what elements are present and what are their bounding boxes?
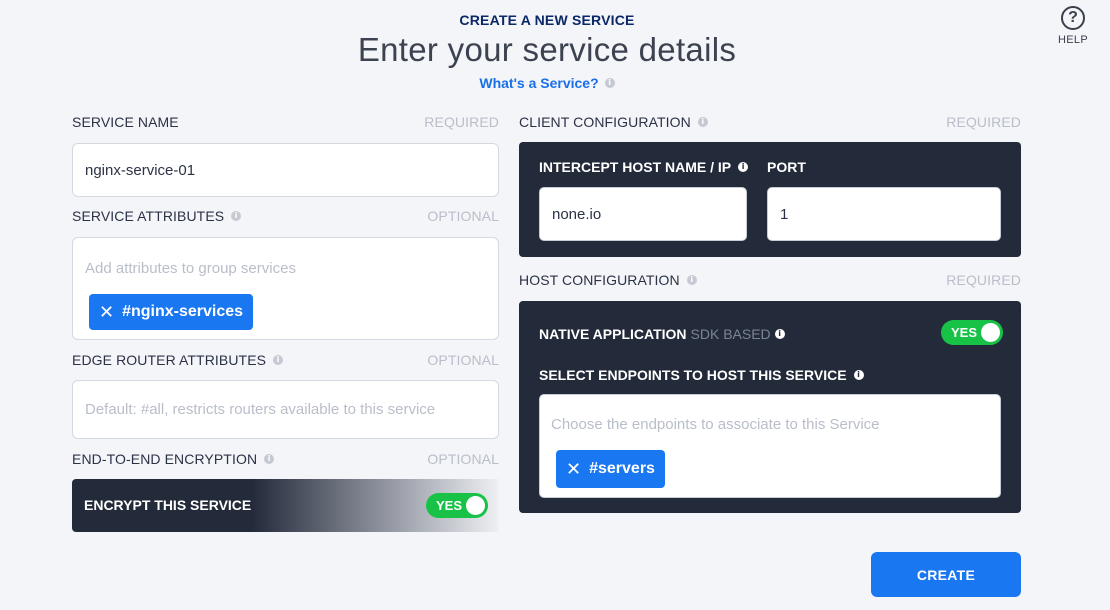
help-label[interactable]: HELP xyxy=(1056,34,1090,46)
service-attributes-placeholder: Add attributes to group services xyxy=(85,260,296,277)
info-icon[interactable]: i xyxy=(697,117,708,127)
endpoints-label: SELECT ENDPOINTS TO HOST THIS SERVICE i xyxy=(539,367,864,383)
create-button-label[interactable]: CREATE xyxy=(917,567,975,583)
host-config-label: HOST CONFIGURATION i xyxy=(519,272,697,288)
close-icon[interactable]: ✕ xyxy=(566,459,581,480)
service-name-label-text: SERVICE NAME xyxy=(72,114,179,130)
port-input[interactable]: 1 xyxy=(767,187,1001,241)
page-eyebrow: CREATE A NEW SERVICE xyxy=(459,12,635,28)
client-config-label: CLIENT CONFIGURATION i xyxy=(519,114,708,130)
whats-a-service-link[interactable]: What's a Service? i xyxy=(479,75,615,91)
attribute-chip-label: #nginx-services xyxy=(122,303,244,320)
port-value[interactable]: 1 xyxy=(780,206,788,223)
toggle-knob xyxy=(981,323,1000,342)
endpoints-label-text: SELECT ENDPOINTS TO HOST THIS SERVICE xyxy=(539,367,847,383)
toggle-knob xyxy=(466,496,485,515)
client-config-required: REQUIRED xyxy=(946,114,1021,130)
info-icon[interactable]: i xyxy=(273,355,284,365)
native-app-label: NATIVE APPLICATION SDK BASED i xyxy=(539,326,785,342)
info-icon[interactable]: i xyxy=(604,78,615,88)
endpoints-input[interactable]: Choose the endpoints to associate to thi… xyxy=(539,394,1001,498)
host-config-label-text: HOST CONFIGURATION xyxy=(519,272,680,288)
info-icon[interactable]: i xyxy=(853,370,864,380)
encryption-optional: OPTIONAL xyxy=(427,451,499,467)
native-app-toggle[interactable]: YES xyxy=(941,320,1003,345)
close-icon[interactable]: ✕ xyxy=(99,302,114,323)
port-label-text: PORT xyxy=(767,159,806,175)
edge-router-attributes-label-text: EDGE ROUTER ATTRIBUTES xyxy=(72,352,267,368)
client-config-panel: INTERCEPT HOST NAME / IP i PORT none.io … xyxy=(519,142,1021,257)
create-button[interactable]: CREATE xyxy=(871,552,1021,597)
native-app-toggle-label: YES xyxy=(951,325,978,340)
edge-router-placeholder: Default: #all, restricts routers availab… xyxy=(85,401,436,418)
help-button[interactable]: ? HELP xyxy=(1056,6,1090,46)
service-name-value[interactable]: nginx-service-01 xyxy=(85,162,195,179)
intercept-label-text: INTERCEPT HOST NAME / IP xyxy=(539,159,732,175)
encrypt-service-label: ENCRYPT THIS SERVICE xyxy=(84,497,252,513)
service-name-label: SERVICE NAME xyxy=(72,114,179,130)
edge-router-attributes-label: EDGE ROUTER ATTRIBUTES i xyxy=(72,352,284,368)
info-icon[interactable]: i xyxy=(774,329,785,339)
encrypt-toggle-label: YES xyxy=(436,498,463,513)
info-icon[interactable]: i xyxy=(686,275,697,285)
endpoint-chip[interactable]: ✕ #servers xyxy=(556,450,665,488)
encrypt-service-panel: ENCRYPT THIS SERVICE YES xyxy=(72,479,499,532)
info-icon[interactable]: i xyxy=(231,211,242,221)
service-attributes-label-text: SERVICE ATTRIBUTES xyxy=(72,208,225,224)
endpoints-placeholder: Choose the endpoints to associate to thi… xyxy=(551,416,880,433)
client-config-label-text: CLIENT CONFIGURATION xyxy=(519,114,691,130)
attribute-chip[interactable]: ✕ #nginx-services xyxy=(89,294,254,330)
intercept-label: INTERCEPT HOST NAME / IP i xyxy=(539,159,749,175)
service-attributes-input[interactable]: Add attributes to group services ✕ #ngin… xyxy=(72,237,499,340)
edge-router-attributes-input[interactable]: Default: #all, restricts routers availab… xyxy=(72,380,499,439)
endpoint-chip-label: #servers xyxy=(589,460,655,477)
service-attributes-optional: OPTIONAL xyxy=(427,208,499,224)
service-name-input[interactable]: nginx-service-01 xyxy=(72,143,499,197)
encrypt-toggle[interactable]: YES xyxy=(426,493,488,518)
page-header: CREATE A NEW SERVICE Enter your service … xyxy=(0,12,1094,93)
service-attributes-label: SERVICE ATTRIBUTES i xyxy=(72,208,242,224)
host-config-panel: NATIVE APPLICATION SDK BASED i YES SELEC… xyxy=(519,301,1021,513)
intercept-host-value[interactable]: none.io xyxy=(552,206,601,223)
whats-a-service-label[interactable]: What's a Service? xyxy=(479,75,598,91)
native-app-label-text: NATIVE APPLICATION xyxy=(539,326,687,342)
info-icon[interactable]: i xyxy=(738,162,749,172)
encryption-label: END-TO-END ENCRYPTION i xyxy=(72,451,275,467)
info-icon[interactable]: i xyxy=(264,454,275,464)
edge-router-optional: OPTIONAL xyxy=(427,352,499,368)
page-title: Enter your service details xyxy=(357,31,737,68)
native-app-sub: SDK BASED xyxy=(690,326,771,342)
question-circle-icon[interactable]: ? xyxy=(1061,6,1085,30)
intercept-host-input[interactable]: none.io xyxy=(539,187,747,241)
encryption-label-text: END-TO-END ENCRYPTION xyxy=(72,451,258,467)
service-name-required: REQUIRED xyxy=(424,114,499,130)
port-label: PORT xyxy=(767,159,806,175)
host-config-required: REQUIRED xyxy=(946,272,1021,288)
